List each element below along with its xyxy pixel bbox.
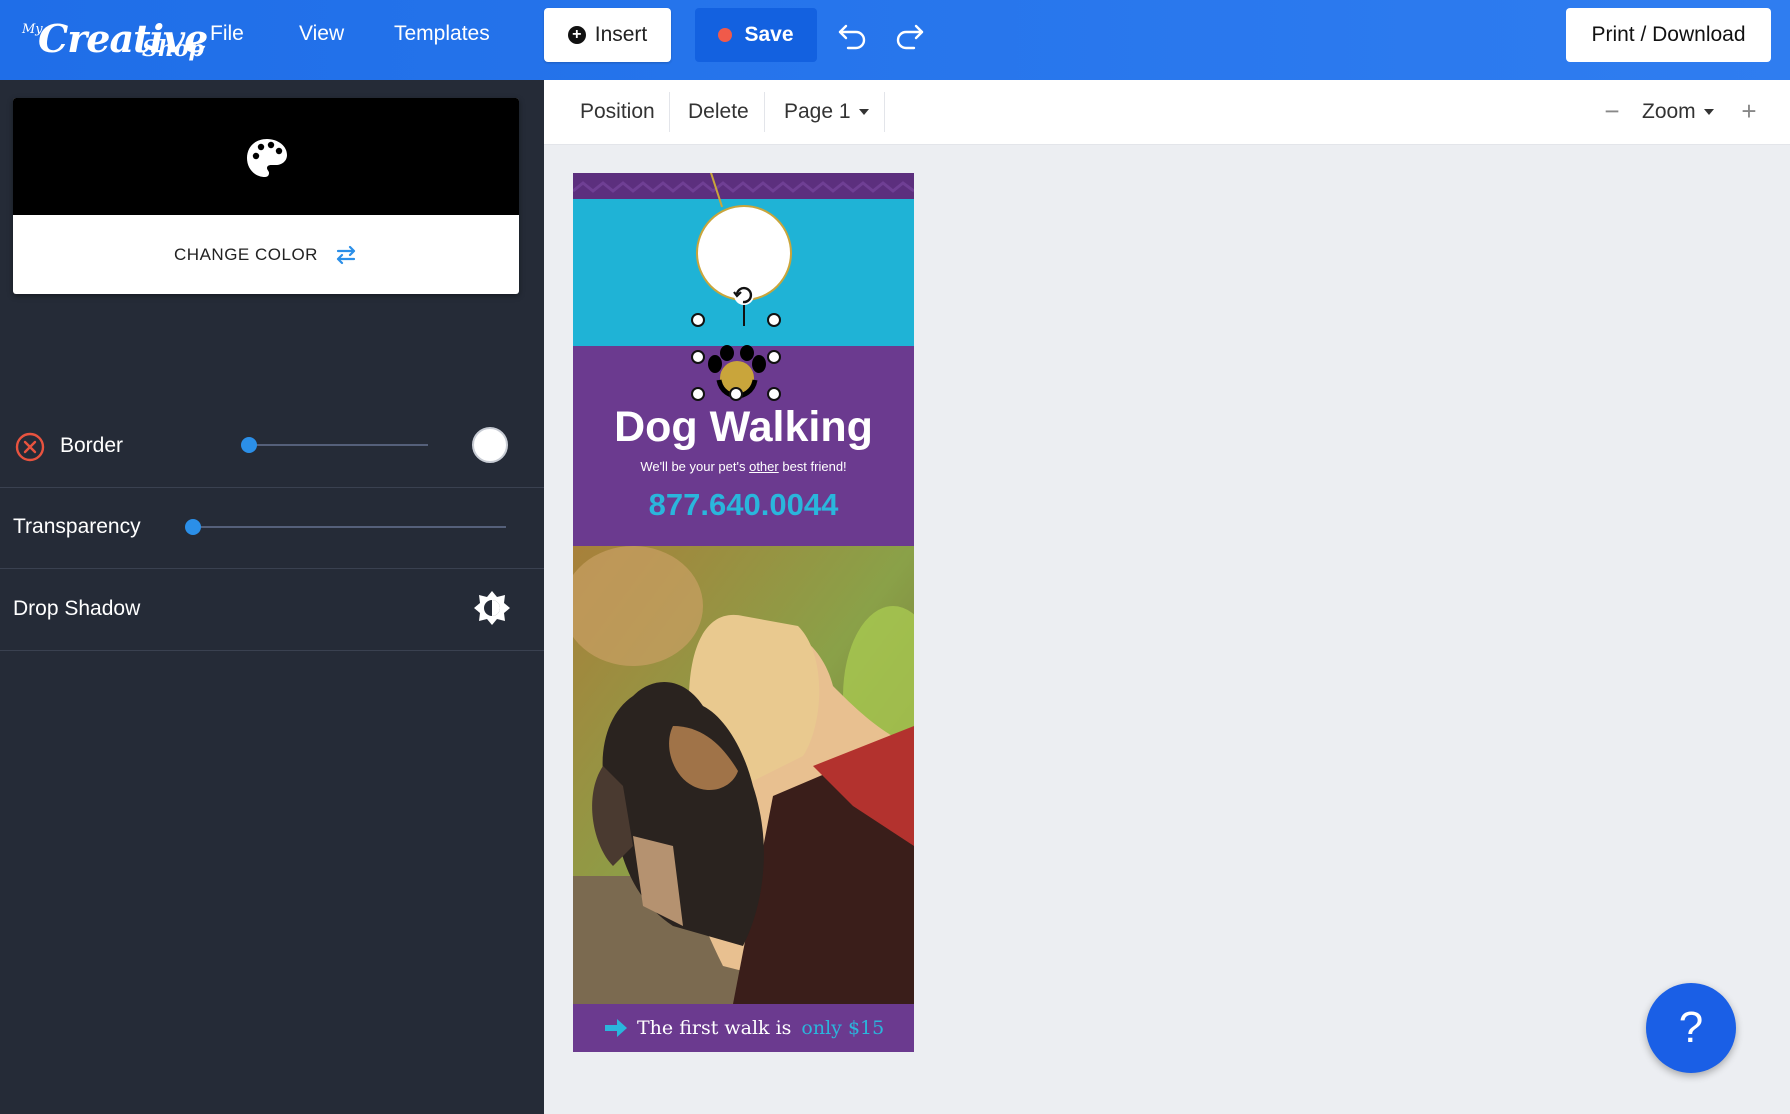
color-swatch[interactable] bbox=[13, 98, 519, 215]
arrow-right-icon bbox=[605, 1019, 627, 1037]
toolbar-divider bbox=[764, 92, 765, 132]
zigzag-pattern bbox=[573, 173, 914, 199]
delete-button[interactable]: Delete bbox=[688, 80, 749, 144]
menu-file[interactable]: File bbox=[210, 22, 244, 46]
save-label: Save bbox=[744, 23, 794, 46]
doc-footer[interactable]: The first walk is only $15 bbox=[573, 1004, 914, 1052]
border-row: Border bbox=[0, 407, 544, 488]
save-button[interactable]: Save bbox=[695, 8, 817, 62]
caret-down-icon bbox=[858, 109, 869, 115]
zoom-dropdown[interactable]: Zoom bbox=[1642, 80, 1714, 144]
toolbar-divider bbox=[884, 92, 885, 132]
swap-arrows-icon bbox=[336, 245, 356, 264]
border-label: Border bbox=[60, 434, 124, 457]
page-dropdown[interactable]: Page 1 bbox=[784, 80, 869, 144]
print-download-button[interactable]: Print / Download bbox=[1566, 8, 1771, 62]
resize-handle-bottom-right[interactable] bbox=[767, 387, 781, 401]
redo-icon[interactable] bbox=[892, 18, 926, 52]
transparency-row: Transparency bbox=[0, 488, 544, 569]
menu-templates[interactable]: Templates bbox=[394, 22, 490, 46]
tagline-underlined: other bbox=[749, 459, 779, 474]
zoom-in-icon[interactable]: + bbox=[1734, 96, 1764, 126]
border-slider[interactable] bbox=[246, 444, 428, 446]
resize-handle-middle-right[interactable] bbox=[767, 350, 781, 364]
toolbar-divider bbox=[669, 92, 670, 132]
resize-handle-bottom-center[interactable] bbox=[729, 387, 743, 401]
footer-highlight: only $15 bbox=[801, 1017, 885, 1039]
insert-label: Insert bbox=[594, 23, 648, 46]
resize-handle-middle-left[interactable] bbox=[691, 350, 705, 364]
undo-icon[interactable] bbox=[836, 18, 870, 52]
transparency-label: Transparency bbox=[13, 515, 141, 538]
unsaved-dot-icon bbox=[718, 28, 733, 42]
palette-icon bbox=[247, 139, 287, 177]
resize-handle-bottom-left[interactable] bbox=[691, 387, 705, 401]
dog-woman-photo[interactable] bbox=[573, 546, 914, 1004]
rotate-handle-icon[interactable] bbox=[731, 282, 757, 308]
top-bar: My Creative Shop File View Templates + I… bbox=[0, 0, 1790, 80]
tagline-part: We'll be your pet's bbox=[640, 459, 750, 474]
zoom-out-icon[interactable]: − bbox=[1597, 96, 1627, 126]
properties-sidebar: CHANGE COLOR Border Transparency Drop Sh… bbox=[0, 80, 544, 1114]
app-logo[interactable]: My Creative Shop bbox=[18, 8, 208, 68]
footer-text: The first walk is bbox=[637, 1017, 792, 1039]
resize-handle-top-right[interactable] bbox=[767, 313, 781, 327]
resize-handle-top-left[interactable] bbox=[691, 313, 705, 327]
canvas-toolbar: Position Delete Page 1 − Zoom + bbox=[544, 80, 1790, 145]
tagline-part: best friend! bbox=[778, 459, 847, 474]
border-color-picker[interactable] bbox=[472, 427, 508, 463]
change-color-button[interactable]: CHANGE COLOR bbox=[13, 215, 519, 294]
transparency-slider[interactable] bbox=[194, 526, 506, 528]
border-slider-knob[interactable] bbox=[241, 437, 257, 453]
remove-border-icon[interactable] bbox=[15, 432, 45, 462]
drop-shadow-row: Drop Shadow bbox=[0, 569, 544, 651]
transparency-slider-knob[interactable] bbox=[185, 519, 201, 535]
drop-shadow-label: Drop Shadow bbox=[13, 597, 141, 620]
insert-button[interactable]: + Insert bbox=[544, 8, 671, 62]
doc-title[interactable]: Dog Walking bbox=[573, 403, 914, 452]
caret-down-icon bbox=[1703, 109, 1714, 115]
doc-phone[interactable]: 877.640.0044 bbox=[573, 487, 914, 523]
logo-word-shop: Shop bbox=[142, 36, 204, 62]
plus-circle-icon: + bbox=[567, 26, 586, 44]
zoom-label: Zoom bbox=[1642, 100, 1696, 123]
help-button[interactable]: ? bbox=[1646, 983, 1736, 1073]
page-label: Page 1 bbox=[784, 100, 851, 123]
change-color-label: CHANGE COLOR bbox=[174, 244, 318, 264]
menu-view[interactable]: View bbox=[299, 22, 344, 46]
doc-tagline[interactable]: We'll be your pet's other best friend! bbox=[573, 459, 914, 474]
color-card: CHANGE COLOR bbox=[13, 98, 519, 294]
position-button[interactable]: Position bbox=[580, 80, 655, 144]
brightness-icon[interactable] bbox=[473, 589, 511, 627]
